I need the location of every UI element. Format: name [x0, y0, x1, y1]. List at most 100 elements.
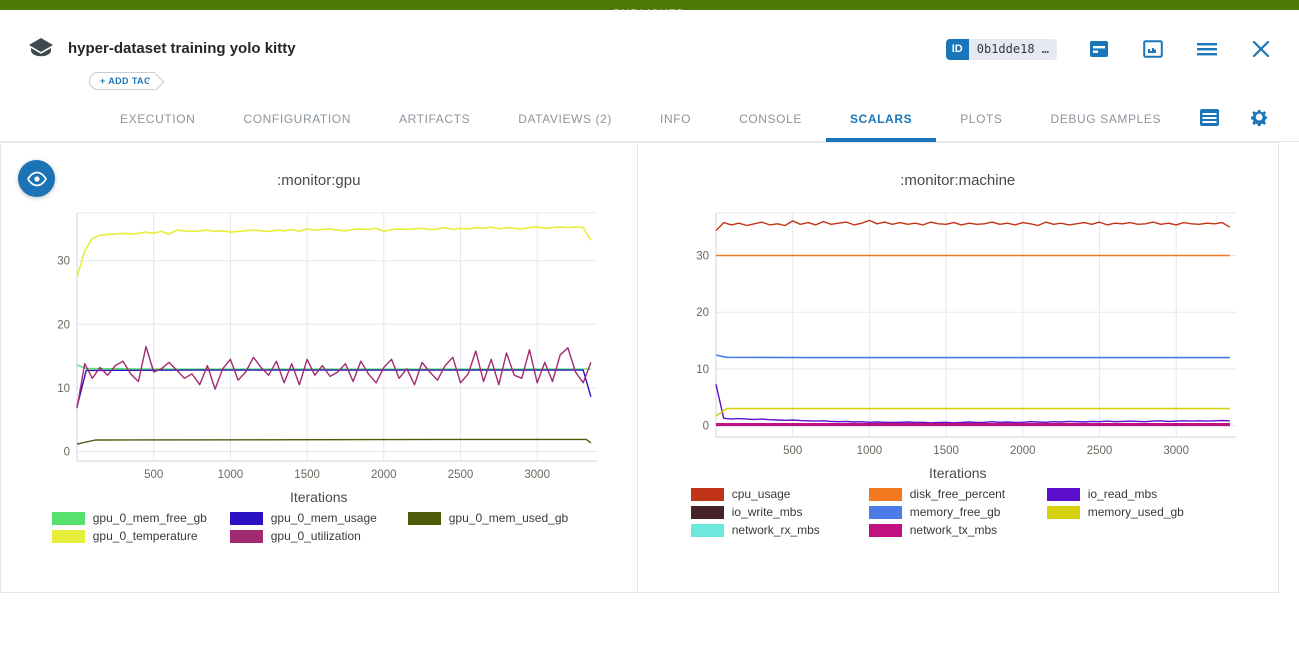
tab-bar-actions	[1197, 106, 1271, 128]
legend-swatch	[230, 530, 263, 543]
legend-swatch	[230, 512, 263, 525]
eye-icon	[26, 171, 48, 187]
svg-text:2500: 2500	[1086, 445, 1112, 457]
svg-text:1000: 1000	[217, 469, 243, 481]
legend-label: network_rx_mbs	[732, 523, 820, 537]
svg-text:10: 10	[696, 364, 709, 376]
svg-text:30: 30	[696, 251, 709, 263]
legend-swatch	[1047, 488, 1080, 501]
chart-legend: cpu_usage disk_free_percent io_read_mbs io_…	[638, 487, 1279, 537]
svg-text:0: 0	[702, 421, 708, 433]
experiment-type-icon	[26, 36, 56, 69]
legend-label: memory_free_gb	[910, 505, 1001, 519]
experiment-id-badge[interactable]: ID 0b1dde18 …	[946, 39, 1057, 60]
table-view-icon[interactable]	[1197, 106, 1221, 128]
legend-label: gpu_0_mem_usage	[271, 511, 377, 525]
svg-text:20: 20	[696, 307, 709, 319]
svg-text:500: 500	[783, 445, 802, 457]
legend-label: memory_used_gb	[1088, 505, 1184, 519]
legend-label: gpu_0_mem_free_gb	[93, 511, 207, 525]
menu-icon[interactable]	[1195, 38, 1219, 60]
legend-item-cpu_usage[interactable]: cpu_usage	[691, 487, 869, 501]
legend-label: gpu_0_temperature	[93, 529, 198, 543]
add-tag-label: + ADD TAG	[100, 76, 151, 86]
legend-swatch	[52, 512, 85, 525]
id-value: 0b1dde18 …	[969, 39, 1057, 60]
settings-gear-icon[interactable]	[1247, 106, 1271, 128]
legend-label: cpu_usage	[732, 487, 791, 501]
legend-swatch	[691, 488, 724, 501]
tab-execution[interactable]: EXECUTION	[96, 100, 219, 142]
legend-label: io_read_mbs	[1088, 487, 1157, 501]
id-label: ID	[946, 39, 969, 60]
legend-item-memory_used_gb[interactable]: memory_used_gb	[1047, 505, 1225, 519]
legend-item-network_rx_mbs[interactable]: network_rx_mbs	[691, 523, 869, 537]
svg-text:0: 0	[63, 447, 69, 459]
svg-text:1500: 1500	[294, 469, 320, 481]
chart-legend: gpu_0_mem_free_gb gpu_0_mem_usage gpu_0_me…	[1, 511, 637, 543]
legend-label: disk_free_percent	[910, 487, 1005, 501]
legend-label: gpu_0_mem_used_gb	[449, 511, 568, 525]
header-actions: ID 0b1dde18 …	[946, 38, 1273, 60]
legend-swatch	[408, 512, 441, 525]
legend-item-io_read_mbs[interactable]: io_read_mbs	[1047, 487, 1225, 501]
legend-item-gpu_0_temperature[interactable]: gpu_0_temperature	[52, 529, 230, 543]
svg-text:3000: 3000	[524, 469, 550, 481]
legend-swatch	[869, 506, 902, 519]
legend-swatch	[691, 506, 724, 519]
svg-text:3000: 3000	[1163, 445, 1189, 457]
legend-item-memory_free_gb[interactable]: memory_free_gb	[869, 505, 1047, 519]
tab-dataviews-2[interactable]: DATAVIEWS (2)	[494, 100, 636, 142]
svg-text:2000: 2000	[1010, 445, 1036, 457]
tab-plots[interactable]: PLOTS	[936, 100, 1026, 142]
legend-swatch	[869, 488, 902, 501]
x-axis-title: Iterations	[638, 465, 1279, 481]
app-window: PUBLISHED hyper-dataset training yolo ki…	[0, 0, 1299, 662]
legend-swatch	[52, 530, 85, 543]
svg-text:2500: 2500	[447, 469, 473, 481]
legend-swatch	[869, 524, 902, 537]
legend-item-io_write_mbs[interactable]: io_write_mbs	[691, 505, 869, 519]
svg-text:1500: 1500	[933, 445, 959, 457]
tab-scalars[interactable]: SCALARS	[826, 100, 936, 142]
legend-swatch	[1047, 506, 1080, 519]
tab-debug-samples[interactable]: DEBUG SAMPLES	[1027, 100, 1186, 142]
machine-line-plot[interactable]: 0 10 20 30 500 1000 1500 2000 2500 3000	[672, 203, 1244, 463]
chart-monitor-machine: :monitor:machine 0 10 20 30 500 1000 1500 2000 2…	[638, 143, 1279, 592]
gpu-line-plot[interactable]: 0 10 20 30 500 1000 1500 2000 2500 3000	[33, 203, 605, 487]
tab-console[interactable]: CONSOLE	[715, 100, 826, 142]
experiment-header: hyper-dataset training yolo kitty + ADD …	[0, 10, 1299, 100]
svg-text:500: 500	[144, 469, 163, 481]
legend-label: io_write_mbs	[732, 505, 803, 519]
chart-monitor-gpu: :monitor:gpu 0 10 20 30 500 1000 1500 2000 2500 3…	[1, 143, 637, 592]
svg-text:30: 30	[57, 256, 70, 268]
legend-item-gpu_0_mem_used_gb[interactable]: gpu_0_mem_used_gb	[408, 511, 586, 525]
comments-icon[interactable]	[1087, 38, 1111, 60]
svg-text:10: 10	[57, 383, 70, 395]
metrics-image-icon[interactable]	[1141, 38, 1165, 60]
tab-bar: EXECUTIONCONFIGURATIONARTIFACTSDATAVIEWS…	[0, 100, 1299, 142]
tab-configuration[interactable]: CONFIGURATION	[219, 100, 375, 142]
legend-swatch	[691, 524, 724, 537]
legend-label: network_tx_mbs	[910, 523, 997, 537]
chart-title: :monitor:gpu	[1, 169, 637, 203]
scalars-panel: :monitor:gpu 0 10 20 30 500 1000 1500 2000 2500 3…	[0, 142, 1279, 593]
legend-item-network_tx_mbs[interactable]: network_tx_mbs	[869, 523, 1047, 537]
hide-plots-eye-button[interactable]	[18, 160, 55, 197]
legend-label: gpu_0_utilization	[271, 529, 361, 543]
legend-item-gpu_0_mem_usage[interactable]: gpu_0_mem_usage	[230, 511, 408, 525]
chart-title: :monitor:machine	[638, 169, 1279, 203]
tab-bar-tabs: EXECUTIONCONFIGURATIONARTIFACTSDATAVIEWS…	[0, 100, 1185, 141]
close-icon[interactable]	[1249, 38, 1273, 60]
svg-text:1000: 1000	[856, 445, 882, 457]
x-axis-title: Iterations	[1, 489, 637, 505]
legend-item-disk_free_percent[interactable]: disk_free_percent	[869, 487, 1047, 501]
svg-text:20: 20	[57, 319, 70, 331]
legend-item-gpu_0_utilization[interactable]: gpu_0_utilization	[230, 529, 408, 543]
tab-artifacts[interactable]: ARTIFACTS	[375, 100, 494, 142]
legend-item-gpu_0_mem_free_gb[interactable]: gpu_0_mem_free_gb	[52, 511, 230, 525]
add-tag-button[interactable]: + ADD TAG	[89, 72, 155, 90]
svg-text:2000: 2000	[371, 469, 397, 481]
experiment-title: hyper-dataset training yolo kitty	[68, 40, 296, 57]
tab-info[interactable]: INFO	[636, 100, 715, 142]
